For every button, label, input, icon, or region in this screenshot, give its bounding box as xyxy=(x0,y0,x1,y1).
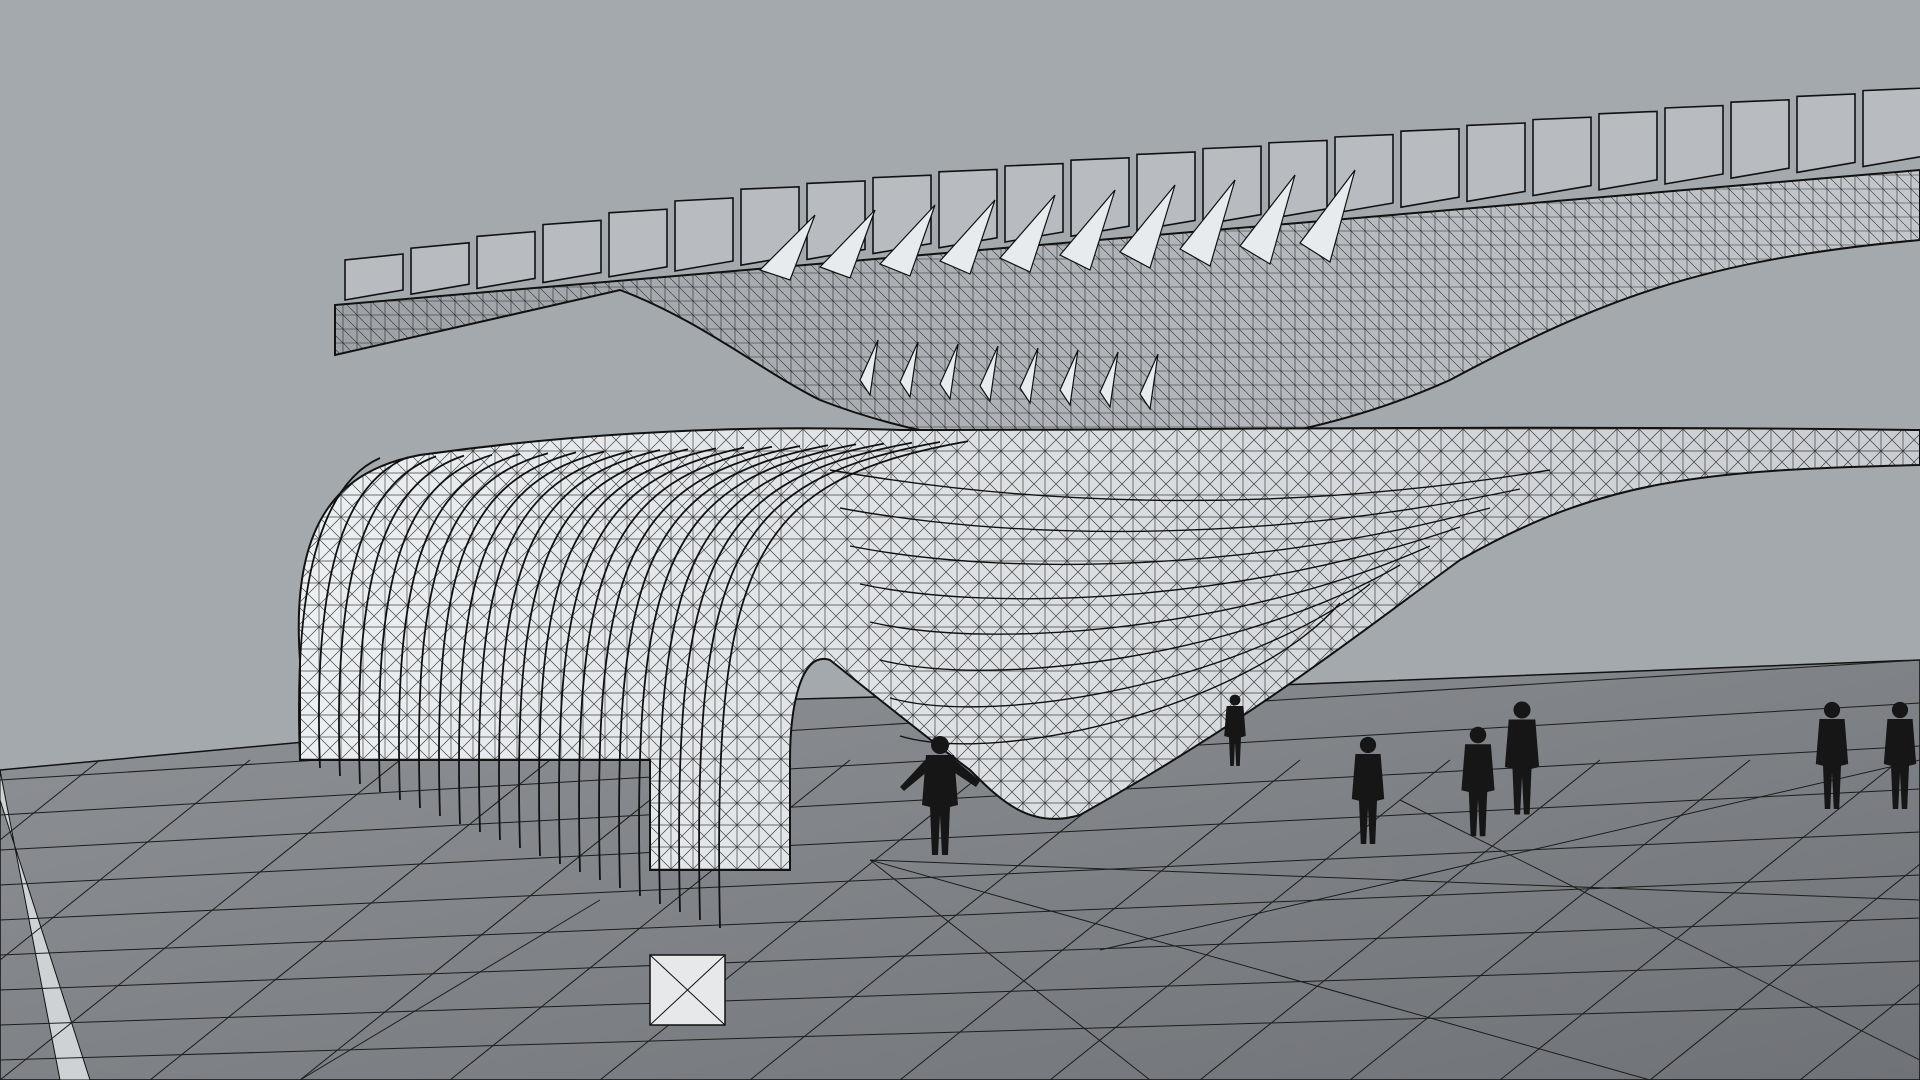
upper-canopy-mesh xyxy=(334,87,1920,452)
3d-viewport[interactable] xyxy=(0,0,1920,1080)
wireframe-render xyxy=(0,87,1920,1080)
